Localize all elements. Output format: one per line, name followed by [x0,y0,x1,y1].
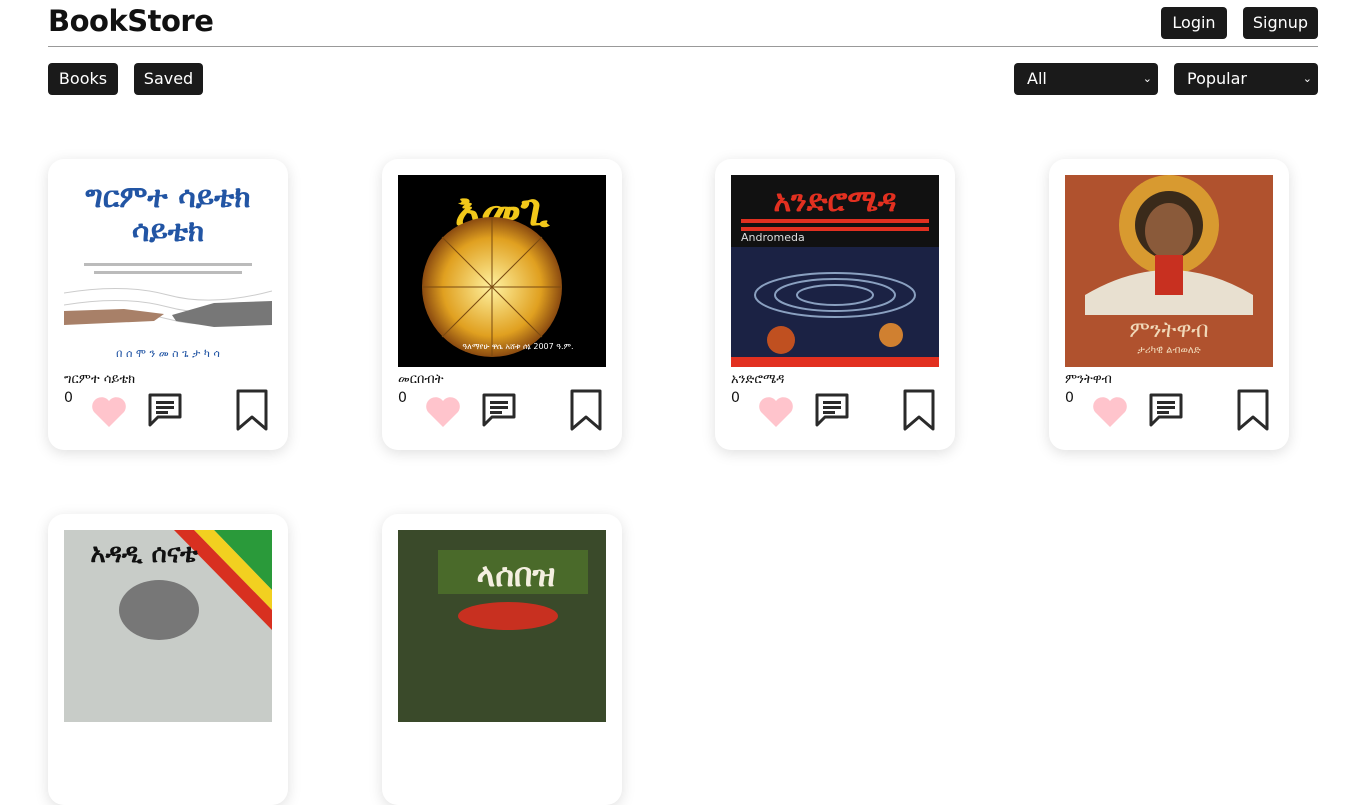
signup-button[interactable]: Signup [1243,7,1318,39]
header-divider [48,46,1318,47]
book-card[interactable]: ምንትዋብ ታሪካዊ ልብወለድ ምንትዋብ 0 [1049,159,1289,450]
book-cover-image[interactable]: እመጊ ዓለማየሁ ዋሴ አሸቱ ሰኔ 2007 ዓ.ም. [398,175,606,367]
chevron-down-icon: ⌄ [1142,72,1152,85]
book-title: አንድሮሜዳ [731,372,785,387]
heart-icon[interactable] [1091,395,1129,429]
sort-select[interactable]: Popular ⌄ [1174,63,1318,95]
book-title: ምንትዋብ [1065,372,1112,387]
books-nav-button[interactable]: Books [48,63,118,95]
book-cover-image[interactable]: ግርምተ ሳይቴክ ሳይቴክ በ ሰ ሞ ን መ ስ ጌ ታ ካ ሳ [64,175,272,367]
category-select[interactable]: All ⌄ [1014,63,1158,95]
login-button[interactable]: Login [1161,7,1227,39]
category-select-value: All [1027,69,1047,88]
heart-icon[interactable] [424,395,462,429]
cover-subtitle: Andromeda [741,231,805,244]
book-title: ግርምተ ሳይቴክ [64,372,136,387]
bookmark-icon[interactable] [1235,389,1271,431]
book-card[interactable]: ላሰበዝ [382,514,622,805]
book-cover-image[interactable]: አዳዲ ሰናቴ [64,530,272,722]
heart-icon[interactable] [757,395,795,429]
comment-icon[interactable] [146,391,184,429]
book-cover-image[interactable]: አንድሮሜዳ Andromeda [731,175,939,367]
like-count: 0 [731,390,740,406]
cover-title: ምንትዋብ [1129,318,1208,343]
sort-select-value: Popular [1187,69,1247,88]
bookmark-icon[interactable] [568,389,604,431]
like-count: 0 [398,390,407,406]
cover-title: አንድሮሜዳ [773,184,896,219]
cover-footer: ዓለማየሁ ዋሴ አሸቱ ሰኔ 2007 ዓ.ም. [462,342,573,351]
cover-title: ላሰበዝ [477,556,556,594]
cover-footer: በ ሰ ሞ ን መ ስ ጌ ታ ካ ሳ [116,347,220,360]
like-count: 0 [64,390,73,406]
cover-subtitle: ታሪካዊ ልብወለድ [1137,345,1200,356]
book-cover-image[interactable]: ላሰበዝ [398,530,606,722]
brand-title[interactable]: BookStore [48,4,214,38]
svg-text:ሳይቴክ: ሳይቴክ [132,214,205,249]
bookmark-icon[interactable] [234,389,270,431]
comment-icon[interactable] [480,391,518,429]
comment-icon[interactable] [813,391,851,429]
saved-nav-button[interactable]: Saved [134,63,203,95]
comment-icon[interactable] [1147,391,1185,429]
heart-icon[interactable] [90,395,128,429]
like-count: 0 [1065,390,1074,406]
bookmark-icon[interactable] [901,389,937,431]
book-card[interactable]: እመጊ ዓለማየሁ ዋሴ አሸቱ ሰኔ 2007 ዓ.ም. መርበብት 0 [382,159,622,450]
chevron-down-icon: ⌄ [1302,72,1312,85]
book-card[interactable]: አንድሮሜዳ Andromeda አንድሮሜዳ 0 [715,159,955,450]
book-cover-image[interactable]: ምንትዋብ ታሪካዊ ልብወለድ [1065,175,1273,367]
book-card[interactable]: አዳዲ ሰናቴ [48,514,288,805]
book-title: መርበብት [398,372,444,387]
cover-title: ግርምተ ሳይቴክ [85,180,250,215]
cover-title: አዳዲ ሰናቴ [90,539,198,569]
book-card[interactable]: ግርምተ ሳይቴክ ሳይቴክ በ ሰ ሞ ን መ ስ ጌ ታ ካ ሳ ግርምተ … [48,159,288,450]
